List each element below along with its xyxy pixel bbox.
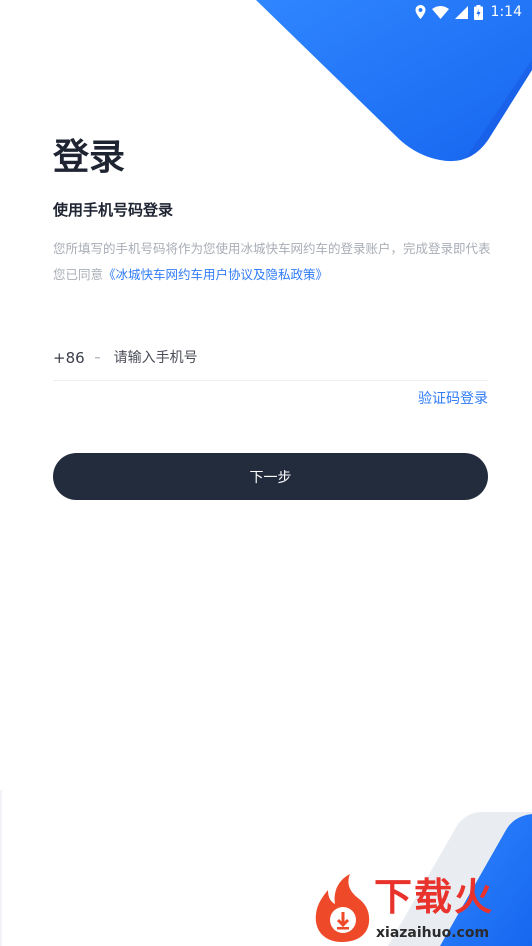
dash-icon: [94, 357, 100, 359]
policy-link[interactable]: 《冰城快车网约车用户协议及隐私政策》: [103, 267, 328, 282]
wifi-icon: [431, 5, 449, 19]
watermark: 下载火 xiazaihuo.com: [312, 872, 532, 946]
battery-icon: [473, 4, 483, 20]
phone-number-input[interactable]: [113, 343, 488, 373]
next-step-button[interactable]: 下一步: [53, 453, 488, 500]
country-code-selector[interactable]: +86: [53, 349, 85, 367]
sms-code-login-link[interactable]: 验证码登录: [418, 388, 488, 410]
flame-logo-icon: [315, 874, 370, 942]
login-screen: 1:14 登录 使用手机号码登录 您所填写的手机号码将作为您使用冰城快车网约车的…: [0, 0, 532, 946]
page-title: 登录: [53, 137, 126, 178]
status-bar: 1:14: [415, 2, 522, 22]
watermark-domain: xiazaihuo.com: [376, 925, 490, 941]
login-subtitle: 使用手机号码登录: [53, 201, 174, 219]
status-time: 1:14: [490, 4, 522, 20]
phone-input-row: +86: [53, 336, 488, 381]
agreement-notice: 您所填写的手机号码将作为您使用冰城快车网约车的登录账户，完成登录即代表您已同意《…: [53, 236, 493, 288]
location-icon: [415, 5, 426, 19]
signal-icon: [454, 5, 468, 19]
watermark-logo-text: 下载火: [374, 875, 495, 919]
